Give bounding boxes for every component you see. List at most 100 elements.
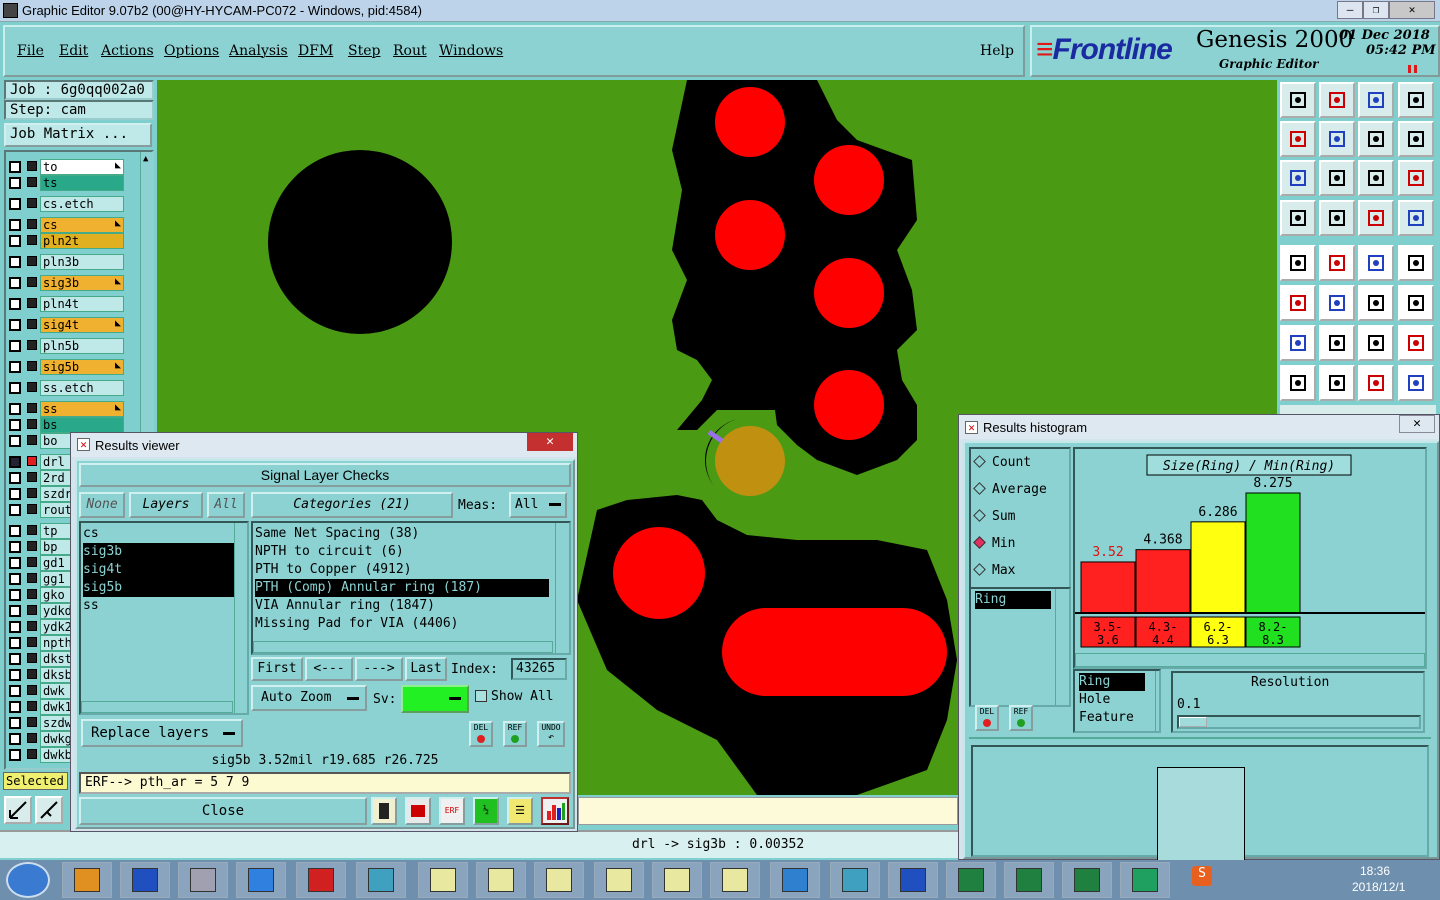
layer-checkbox[interactable] — [9, 319, 21, 331]
scroll-up-icon[interactable]: ▲ — [143, 154, 148, 164]
category-item[interactable]: Missing Pad for VIA (4406) — [255, 615, 569, 633]
layer-affected-box[interactable] — [27, 504, 37, 514]
menu-edit[interactable]: Edit — [59, 43, 88, 59]
layer-row-sig4t[interactable]: sig4t ◣ — [6, 317, 124, 333]
report-icon[interactable] — [371, 797, 397, 825]
layer-list-hscroll[interactable] — [81, 701, 233, 713]
menu-rout[interactable]: Rout — [393, 43, 427, 59]
layer-row-cs[interactable]: cs ◣ — [6, 217, 124, 233]
type-list-scrollbar[interactable] — [1155, 671, 1169, 731]
arc-icon[interactable] — [1398, 285, 1434, 321]
menu-windows[interactable]: Windows — [439, 43, 503, 59]
layer-checkbox[interactable] — [9, 525, 21, 537]
none-button[interactable]: None — [79, 492, 125, 518]
layer-affected-box[interactable] — [27, 382, 37, 392]
mode-min-radio[interactable]: Min — [973, 536, 1015, 551]
layer-row-ssetch[interactable]: ss.etch — [6, 380, 124, 396]
layer-affected-box[interactable] — [27, 235, 37, 245]
circle-icon[interactable] — [1398, 245, 1434, 281]
hist-list-item[interactable]: Ring — [975, 591, 1051, 609]
ref-button[interactable]: REF — [503, 721, 527, 747]
minimize-button[interactable]: – — [1337, 1, 1363, 19]
maximize-button[interactable]: ❐ — [1363, 1, 1389, 19]
layer-affected-box[interactable] — [27, 361, 37, 371]
help-icon[interactable] — [1398, 160, 1434, 196]
excel-icon[interactable] — [1004, 862, 1054, 898]
category-item[interactable]: NPTH to circuit (6) — [255, 543, 569, 561]
type-item-ring[interactable]: Ring — [1079, 673, 1145, 691]
layer-checkbox[interactable] — [9, 256, 21, 268]
move-left-icon[interactable] — [1280, 121, 1316, 157]
layer-checkbox[interactable] — [9, 340, 21, 352]
mode-average-radio[interactable]: Average — [973, 482, 1047, 497]
layer-affected-box[interactable] — [27, 717, 37, 727]
type-item-feature[interactable]: Feature — [1079, 709, 1159, 727]
ruler-icon[interactable] — [1358, 245, 1394, 281]
filter-layer-item[interactable]: ss — [83, 597, 247, 615]
filter-layer-item[interactable]: sig5b — [83, 579, 239, 597]
menu-actions[interactable]: Actions — [101, 43, 154, 59]
show-all-checkbox[interactable] — [475, 690, 487, 702]
edit-icon[interactable] — [1319, 245, 1355, 281]
layer-affected-box[interactable] — [27, 733, 37, 743]
histogram-bar[interactable] — [1190, 521, 1246, 614]
histogram-bar[interactable] — [1135, 549, 1191, 614]
excel-icon[interactable] — [1062, 862, 1112, 898]
menu-options[interactable]: Options — [164, 43, 219, 59]
layer-row-to[interactable]: to ◣ — [6, 159, 124, 175]
layer-checkbox[interactable] — [9, 637, 21, 649]
layer-affected-box[interactable] — [27, 403, 37, 413]
layer-affected-box[interactable] — [27, 589, 37, 599]
genesis-window-icon[interactable] — [418, 862, 468, 898]
erf-off-icon[interactable]: ERF — [439, 797, 465, 825]
layer-affected-box[interactable] — [27, 219, 37, 229]
layer-checkbox[interactable] — [9, 277, 21, 289]
categories-hscroll[interactable] — [253, 641, 553, 653]
all-layers-button[interactable]: All — [207, 492, 245, 518]
layer-row-pln5b[interactable]: pln5b — [6, 338, 124, 354]
home-icon[interactable] — [1280, 82, 1316, 118]
layer-affected-box[interactable] — [27, 277, 37, 287]
frame-icon[interactable] — [1358, 365, 1394, 401]
histogram-bar[interactable] — [1245, 492, 1301, 614]
layer-affected-box[interactable] — [27, 472, 37, 482]
angle-icon[interactable] — [1280, 325, 1316, 361]
shell-icon[interactable] — [62, 862, 112, 898]
eye-icon[interactable] — [356, 862, 406, 898]
layer-affected-box[interactable] — [27, 749, 37, 759]
layer-affected-box[interactable] — [27, 653, 37, 663]
layer-checkbox[interactable] — [9, 472, 21, 484]
histogram-icon[interactable] — [541, 797, 569, 825]
save-app-icon[interactable] — [120, 862, 170, 898]
menu-step[interactable]: Step — [348, 43, 380, 59]
layer-affected-box[interactable] — [27, 685, 37, 695]
resolution-slider[interactable] — [1177, 715, 1421, 729]
layer-checkbox[interactable] — [9, 749, 21, 761]
layer-affected-box[interactable] — [27, 419, 37, 429]
layer-affected-box[interactable] — [27, 621, 37, 631]
menu-file[interactable]: File — [17, 43, 44, 59]
eye2-icon[interactable] — [830, 862, 880, 898]
layer-filter-list[interactable]: cs sig3b sig4t sig5b ss — [79, 521, 249, 715]
layer-checkbox[interactable] — [9, 605, 21, 617]
categories-list[interactable]: Same Net Spacing (38) NPTH to circuit (6)… — [251, 521, 571, 655]
histogram-hscroll[interactable] — [1075, 653, 1425, 667]
layer-affected-box[interactable] — [27, 161, 37, 171]
layer-checkbox[interactable] — [9, 382, 21, 394]
close-button[interactable]: ✕ — [1389, 1, 1435, 19]
layer-checkbox[interactable] — [9, 557, 21, 569]
layer-affected-box[interactable] — [27, 525, 37, 535]
histogram-close-icon[interactable]: ✕ — [1399, 415, 1435, 433]
layer-checkbox[interactable] — [9, 235, 21, 247]
hist-ref-button[interactable]: REF — [1009, 705, 1033, 731]
undo-button[interactable]: UNDO ↶ — [537, 721, 565, 747]
layer-checkbox[interactable] — [9, 419, 21, 431]
slope-icon[interactable] — [1319, 325, 1355, 361]
layer-checkbox[interactable] — [9, 161, 21, 173]
layer-checkbox[interactable] — [9, 621, 21, 633]
scanner-icon[interactable] — [178, 862, 228, 898]
layer-checkbox[interactable] — [9, 177, 21, 189]
measure-tool-icon[interactable] — [35, 796, 63, 824]
layer-affected-box[interactable] — [27, 605, 37, 615]
layer-checkbox[interactable] — [9, 361, 21, 373]
